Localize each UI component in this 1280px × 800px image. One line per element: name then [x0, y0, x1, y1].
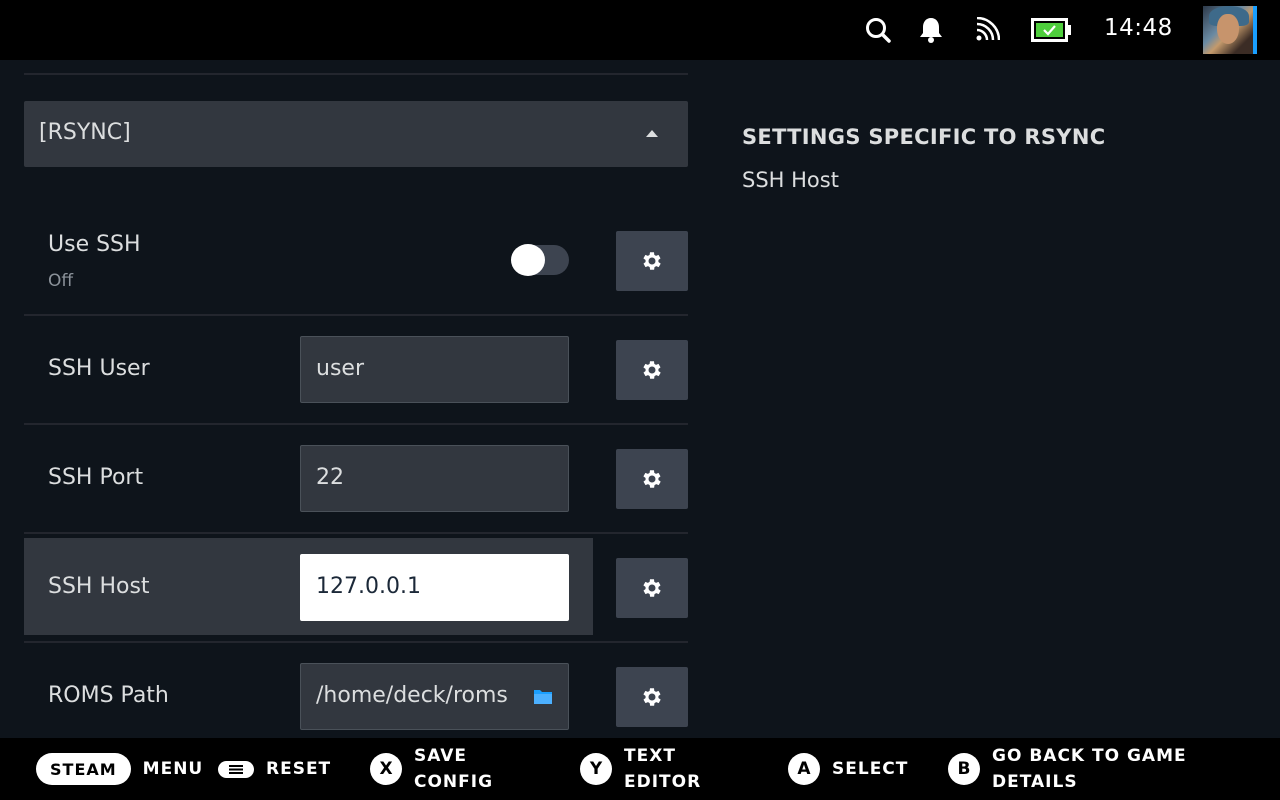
ssh-host-input[interactable]: 127.0.0.1 [300, 554, 569, 621]
button-hint-bar: STEAM MENU RESET X SAVE CONFIG Y TEXT ED… [0, 738, 1280, 800]
save-config-hint[interactable]: X SAVE CONFIG [370, 738, 493, 800]
use-ssh-state: Off [48, 271, 74, 291]
user-avatar[interactable] [1203, 6, 1257, 54]
roms-path-row: ROMS Path /home/deck/roms [24, 643, 688, 738]
cast-icon [972, 14, 1002, 46]
caret-up-icon [646, 130, 658, 137]
x-button-glyph: X [370, 753, 402, 785]
reset-label: RESET [266, 759, 332, 779]
ssh-port-settings-button[interactable] [616, 449, 688, 509]
roms-path-label: ROMS Path [48, 683, 169, 708]
gear-icon [643, 361, 661, 379]
dropdown-selected-value: [RSYNC] [39, 120, 131, 145]
divider [24, 73, 688, 75]
use-ssh-row: Use SSH Off [24, 210, 688, 314]
toggle-knob [511, 244, 545, 276]
roms-path-settings-button[interactable] [616, 667, 688, 727]
battery-charging-icon [1030, 14, 1074, 46]
gear-icon [643, 470, 661, 488]
ssh-port-input[interactable]: 22 [300, 445, 569, 512]
text-editor-label: TEXT EDITOR [624, 743, 701, 795]
go-back-label-line1: GO BACK TO GAME [992, 746, 1187, 766]
clock: 14:48 [1104, 15, 1173, 41]
steam-button-glyph: STEAM [36, 753, 131, 785]
steam-menu-hint[interactable]: STEAM MENU [36, 738, 203, 800]
ssh-port-value: 22 [316, 465, 344, 490]
ssh-user-value: user [316, 356, 364, 381]
folder-icon[interactable] [533, 688, 553, 709]
roms-path-value: /home/deck/roms [316, 683, 508, 708]
ssh-port-label: SSH Port [48, 465, 144, 490]
select-hint[interactable]: A SELECT [788, 738, 908, 800]
b-button-glyph: B [948, 753, 980, 785]
status-bar: 14:48 [0, 0, 1280, 60]
ssh-user-input[interactable]: user [300, 336, 569, 403]
menu-button-icon [218, 760, 254, 778]
go-back-label-line2: DETAILS [992, 772, 1078, 792]
use-ssh-settings-button[interactable] [616, 231, 688, 291]
gear-icon [643, 688, 661, 706]
y-button-glyph: Y [580, 753, 612, 785]
ssh-host-row: SSH Host 127.0.0.1 [24, 534, 688, 640]
search-icon[interactable] [862, 14, 894, 46]
ssh-host-label: SSH Host [48, 574, 150, 599]
text-editor-hint[interactable]: Y TEXT EDITOR [580, 738, 701, 800]
ssh-user-settings-button[interactable] [616, 340, 688, 400]
settings-panel: [RSYNC] Use SSH Off SSH User user SSH Po… [0, 60, 710, 738]
sync-method-dropdown[interactable]: [RSYNC] [24, 101, 688, 167]
ssh-user-label: SSH User [48, 356, 150, 381]
save-config-label-line1: SAVE [414, 746, 468, 766]
ssh-port-row: SSH Port 22 [24, 425, 688, 531]
gear-icon [643, 252, 661, 270]
text-editor-label-line2: EDITOR [624, 772, 702, 792]
steam-menu-label: MENU [142, 759, 204, 779]
a-button-glyph: A [788, 753, 820, 785]
ssh-host-settings-button[interactable] [616, 558, 688, 618]
help-panel-description: SSH Host [742, 168, 839, 192]
help-panel-title: SETTINGS SPECIFIC TO RSYNC [742, 125, 1106, 149]
save-config-label: SAVE CONFIG [414, 743, 493, 795]
use-ssh-toggle[interactable] [511, 244, 569, 276]
text-editor-label-line1: TEXT [624, 746, 676, 766]
go-back-hint[interactable]: B GO BACK TO GAME DETAILS [948, 738, 1187, 800]
notification-bell-icon[interactable] [916, 14, 946, 46]
ssh-host-value: 127.0.0.1 [316, 574, 421, 599]
use-ssh-label: Use SSH [48, 232, 141, 257]
ssh-user-row: SSH User user [24, 316, 688, 422]
reset-hint[interactable]: RESET [218, 738, 331, 800]
roms-path-input[interactable]: /home/deck/roms [300, 663, 569, 730]
save-config-label-line2: CONFIG [414, 772, 494, 792]
select-label: SELECT [832, 759, 909, 779]
go-back-label: GO BACK TO GAME DETAILS [992, 743, 1187, 795]
gear-icon [643, 579, 661, 597]
